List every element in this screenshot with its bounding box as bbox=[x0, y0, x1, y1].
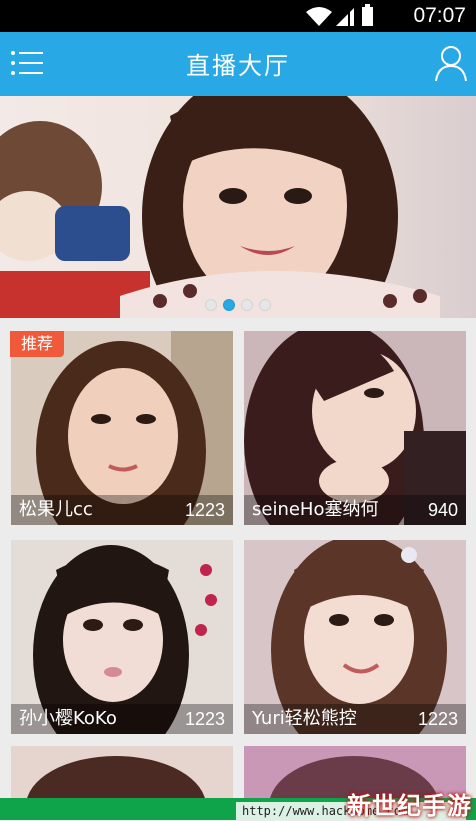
carousel-dots bbox=[0, 296, 476, 315]
clock: 07:07 bbox=[413, 4, 466, 27]
room-card[interactable]: seineHo塞纳何 940 bbox=[244, 331, 466, 525]
page-title: 直播大厅 bbox=[186, 52, 290, 80]
recommend-badge: 推荐 bbox=[10, 331, 64, 357]
status-icons bbox=[306, 4, 373, 26]
room-caption: 孙小樱KoKo 1223 bbox=[11, 704, 233, 734]
wifi-icon bbox=[306, 7, 332, 26]
room-caption: Yuri轻松熊控 1223 bbox=[244, 704, 466, 734]
banner-photo bbox=[0, 96, 476, 318]
room-caption: seineHo塞纳何 940 bbox=[244, 495, 466, 525]
app-header: 直播大厅 bbox=[0, 32, 476, 96]
carousel-dot[interactable] bbox=[205, 299, 217, 311]
room-photo bbox=[11, 746, 233, 798]
signal-icon bbox=[336, 8, 354, 26]
viewer-count: 1223 bbox=[417, 709, 458, 729]
carousel-dot[interactable] bbox=[241, 299, 253, 311]
room-card-partial[interactable] bbox=[11, 746, 233, 798]
room-caption: 松果儿cc 1223 bbox=[11, 495, 233, 525]
room-card[interactable]: 松果儿cc 1223 bbox=[11, 331, 233, 525]
viewer-count: 1223 bbox=[184, 709, 225, 729]
room-card[interactable]: Yuri轻松熊控 1223 bbox=[244, 540, 466, 734]
user-icon[interactable] bbox=[434, 44, 468, 82]
room-name: Yuri轻松熊控 bbox=[252, 708, 357, 729]
status-bar: 07:07 bbox=[0, 0, 476, 32]
viewer-count: 1223 bbox=[184, 500, 225, 520]
room-name: seineHo塞纳何 bbox=[252, 499, 379, 520]
banner-carousel[interactable] bbox=[0, 96, 476, 318]
viewer-count: 940 bbox=[427, 500, 458, 520]
watermark-logo: 新世纪手游 bbox=[347, 792, 472, 820]
room-name: 孙小樱KoKo bbox=[19, 708, 117, 729]
room-name: 松果儿cc bbox=[19, 499, 93, 520]
battery-icon bbox=[362, 4, 373, 26]
carousel-dot-active[interactable] bbox=[223, 299, 235, 311]
room-card[interactable]: 孙小樱KoKo 1223 bbox=[11, 540, 233, 734]
carousel-dot[interactable] bbox=[259, 299, 271, 311]
